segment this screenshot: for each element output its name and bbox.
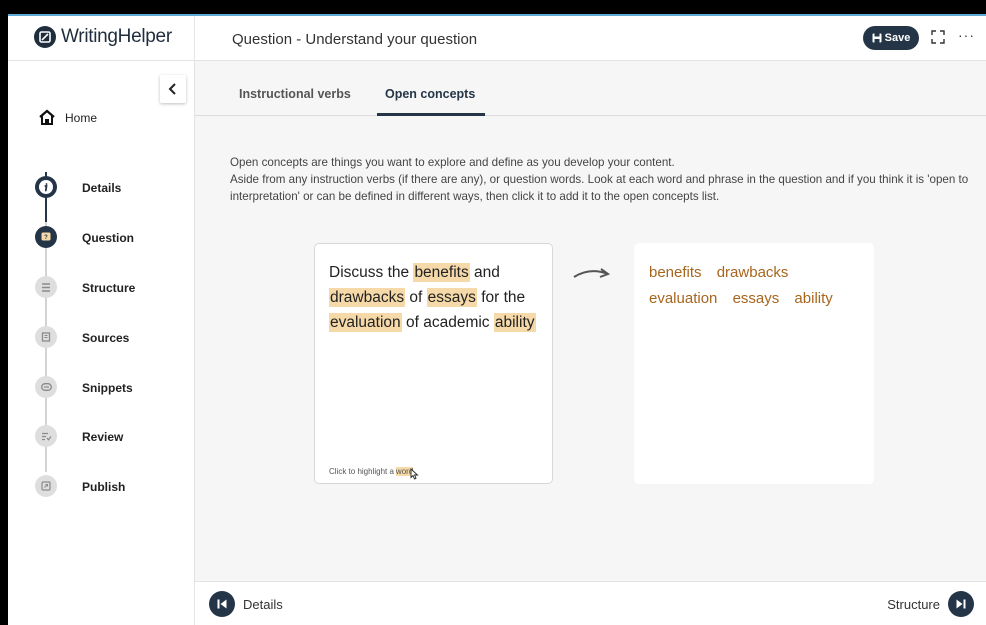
app-name: WritingHelper — [61, 26, 172, 47]
logo-icon — [34, 26, 56, 48]
question-card: Discuss the benefits and drawbacks of es… — [314, 243, 553, 484]
highlighted-word[interactable]: essays — [426, 288, 477, 307]
arrow-right-icon — [573, 268, 611, 278]
tab-instructional-verbs[interactable]: Instructional verbs — [239, 87, 351, 101]
more-icon[interactable]: ··· — [958, 27, 975, 43]
clip-icon — [35, 376, 57, 398]
question-word[interactable]: and — [474, 264, 500, 281]
skip-back-icon — [209, 591, 235, 617]
question-word[interactable]: Discuss the — [329, 264, 409, 281]
sidebar-item-label: Question — [82, 231, 135, 245]
question-text: Discuss the benefits and drawbacks of es… — [329, 260, 544, 335]
tab-open-concepts[interactable]: Open concepts — [385, 87, 475, 101]
highlight-hint: Click to highlight a word — [329, 462, 419, 480]
concept-item[interactable]: ability — [794, 286, 832, 312]
highlighted-word[interactable]: benefits — [413, 263, 470, 282]
sidebar-item-question[interactable]: ? Question — [35, 226, 134, 248]
header-divider — [194, 16, 195, 63]
instructions-text: Open concepts are things you want to exp… — [230, 154, 970, 205]
sidebar-item-label: Sources — [82, 331, 130, 345]
sidebar-item-label: Structure — [82, 281, 136, 295]
app-window: WritingHelper Question - Understand your… — [8, 14, 986, 625]
save-icon — [872, 33, 882, 43]
concept-item[interactable]: drawbacks — [717, 260, 789, 286]
info-icon — [35, 176, 57, 198]
previous-step-button[interactable]: Details — [209, 591, 283, 617]
review-icon — [35, 425, 57, 447]
save-button[interactable]: Save — [863, 26, 919, 50]
sidebar: Home Details ? Question Structure Source… — [8, 61, 195, 625]
highlighted-word[interactable]: drawbacks — [329, 288, 406, 307]
concept-item[interactable]: essays — [733, 286, 780, 312]
book-icon — [35, 326, 57, 348]
sidebar-item-label: Review — [82, 430, 124, 444]
highlighted-word[interactable]: ability — [493, 313, 536, 332]
next-step-label: Structure — [887, 596, 940, 612]
chevron-left-icon — [168, 83, 176, 95]
concept-item[interactable]: benefits — [649, 260, 702, 286]
instructions-line-2: Aside from any instruction verbs (if the… — [230, 173, 969, 203]
instructions-line-1: Open concepts are things you want to exp… — [230, 156, 675, 169]
publish-icon — [35, 475, 57, 497]
list-icon — [35, 276, 57, 298]
collapse-sidebar-button[interactable] — [160, 75, 186, 103]
page-title: Question - Understand your question — [232, 31, 478, 48]
active-tab-indicator — [377, 113, 485, 116]
home-label: Home — [65, 110, 98, 125]
question-word[interactable]: for the — [481, 289, 525, 306]
home-icon — [39, 109, 55, 125]
question-word[interactable]: of — [409, 289, 422, 306]
sidebar-item-review[interactable]: Review — [35, 425, 123, 447]
sidebar-item-sources[interactable]: Sources — [35, 326, 129, 348]
concept-tabs: Instructional verbs Open concepts — [195, 61, 986, 116]
expand-icon[interactable] — [931, 30, 945, 44]
sidebar-item-structure[interactable]: Structure — [35, 276, 135, 298]
sidebar-item-label: Details — [82, 181, 122, 195]
concepts-container: benefits drawbacks evaluation essays abi… — [649, 260, 864, 312]
question-icon: ? — [35, 226, 57, 248]
skip-forward-icon — [948, 591, 974, 617]
next-step-button[interactable]: Structure — [887, 591, 974, 617]
cursor-icon — [410, 468, 419, 480]
sidebar-item-snippets[interactable]: Snippets — [35, 376, 133, 398]
highlighted-word[interactable]: evaluation — [329, 313, 402, 332]
bottom-nav-bar: Details Structure — [195, 581, 986, 625]
previous-step-label: Details — [243, 596, 283, 612]
sidebar-item-publish[interactable]: Publish — [35, 475, 125, 497]
open-concepts-list: benefits drawbacks evaluation essays abi… — [634, 243, 874, 484]
sidebar-item-label: Publish — [82, 480, 126, 494]
hint-text: Click to highlight a — [329, 466, 394, 476]
sidebar-item-label: Snippets — [82, 381, 133, 395]
svg-text:?: ? — [44, 235, 48, 241]
question-word[interactable]: of academic — [406, 314, 490, 331]
sidebar-item-details[interactable]: Details — [35, 176, 121, 198]
app-logo[interactable]: WritingHelper — [34, 26, 172, 48]
top-bar: WritingHelper Question - Understand your… — [8, 14, 986, 63]
save-label: Save — [884, 32, 911, 44]
home-link[interactable]: Home — [38, 109, 97, 126]
concept-item[interactable]: evaluation — [649, 286, 717, 312]
